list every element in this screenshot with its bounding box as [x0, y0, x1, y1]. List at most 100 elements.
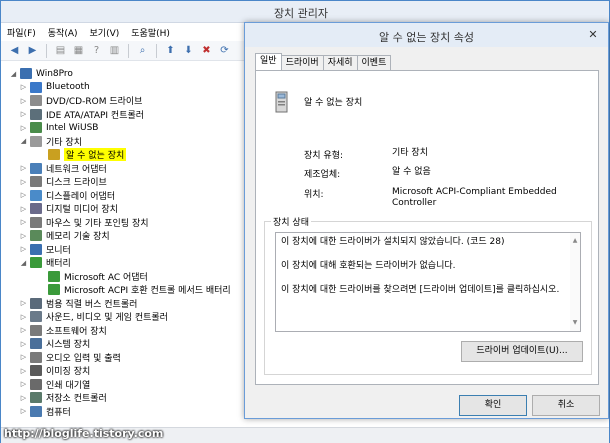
- back-icon[interactable]: ◀: [7, 43, 22, 58]
- expand-arrow-icon[interactable]: ▷: [19, 407, 28, 415]
- scan-hardware-icon[interactable]: ⌕: [135, 43, 150, 58]
- menu-file[interactable]: 파일(F): [7, 26, 36, 39]
- device-category-icon: [30, 351, 42, 363]
- expand-arrow-icon[interactable]: ▷: [19, 124, 28, 132]
- expand-arrow-icon[interactable]: ▷: [19, 83, 28, 91]
- tree-item[interactable]: ▷ 오디오 입력 및 출력: [19, 351, 121, 364]
- tab-events[interactable]: 이벤트: [356, 55, 392, 70]
- properties-icon[interactable]: ▦: [71, 43, 86, 58]
- tree-item[interactable]: ▷ 이미징 장치: [19, 364, 90, 377]
- device-tree: ◢ Win8Pro ▷ Bluetooth ▷ DVD/CD-ROM 드라이브 ▷ IDE…: [3, 63, 243, 428]
- tree-item[interactable]: ▷ Intel WiUSB: [19, 121, 98, 134]
- tree-root-label: Win8Pro: [36, 68, 73, 79]
- menu-action[interactable]: 동작(A): [48, 26, 78, 39]
- collapse-arrow-icon[interactable]: ◢: [19, 259, 28, 267]
- status-scrollbar[interactable]: ▲ ▼: [570, 233, 580, 331]
- expand-arrow-icon[interactable]: ▷: [19, 245, 28, 253]
- tab-driver[interactable]: 드라이버: [280, 55, 324, 70]
- tree-item[interactable]: Microsoft AC 어댑터: [37, 270, 148, 283]
- tree-item-label: 배터리: [46, 259, 71, 269]
- tree-item[interactable]: ▷ 범용 직렬 버스 컨트롤러: [19, 297, 137, 310]
- device-category-icon: [30, 257, 42, 268]
- show-hide-tree-icon[interactable]: ▤: [53, 43, 68, 58]
- disable-device-icon[interactable]: ⬇: [181, 43, 196, 58]
- menu-help[interactable]: 도움말(H): [131, 26, 170, 39]
- expand-arrow-icon[interactable]: ▷: [19, 191, 28, 199]
- tree-item-label: Intel WiUSB: [46, 122, 99, 133]
- tree-item[interactable]: ▷ 모니터: [19, 243, 71, 256]
- expand-arrow-icon[interactable]: ▷: [19, 110, 28, 118]
- collapse-arrow-icon[interactable]: ◢: [9, 70, 18, 78]
- expand-arrow-icon[interactable]: ▷: [19, 164, 28, 172]
- expand-arrow-icon[interactable]: ▷: [19, 380, 28, 388]
- tree-item[interactable]: ◢ 배터리: [19, 256, 71, 269]
- expand-arrow-icon[interactable]: ▷: [19, 326, 28, 334]
- tree-item[interactable]: ▷ DVD/CD-ROM 드라이브: [19, 94, 142, 107]
- window-titlebar: 장치 관리자: [1, 1, 609, 23]
- tree-item[interactable]: ▷ 저장소 컨트롤러: [19, 391, 107, 404]
- action-pane-icon[interactable]: ▥: [107, 43, 122, 58]
- update-driver-button[interactable]: 드라이버 업데이트(U)...: [461, 341, 583, 362]
- tree-item-label: 인쇄 대기열: [46, 380, 91, 391]
- scroll-down-icon[interactable]: ▼: [571, 317, 579, 329]
- device-category-icon: [30, 230, 42, 241]
- device-status-textbox[interactable]: 이 장치에 대한 드라이버가 설치되지 않았습니다. (코드 28) 이 장치에…: [275, 232, 581, 332]
- tree-item[interactable]: ▷ 네트워크 어댑터: [19, 162, 107, 175]
- tree-item-label: 디스크 드라이브: [46, 178, 107, 188]
- device-category-icon: [48, 149, 60, 160]
- device-category-icon: [30, 405, 42, 417]
- tree-item[interactable]: ▷ IDE ATA/ATAPI 컨트롤러: [19, 108, 144, 121]
- tree-item[interactable]: ▷ Bluetooth: [19, 81, 90, 94]
- expand-arrow-icon[interactable]: ▷: [19, 178, 28, 186]
- cancel-button[interactable]: 취소: [532, 395, 600, 416]
- tree-item[interactable]: ▷ 마우스 및 기타 포인팅 장치: [19, 216, 149, 229]
- tree-item[interactable]: ▷ 디스크 드라이브: [19, 175, 107, 188]
- manufacturer-label: 제조업체:: [304, 170, 341, 180]
- window-title: 장치 관리자: [273, 7, 329, 20]
- expand-arrow-icon[interactable]: ▷: [19, 232, 28, 240]
- expand-arrow-icon[interactable]: ▷: [19, 340, 28, 348]
- close-icon[interactable]: ✕: [586, 29, 600, 41]
- expand-arrow-icon[interactable]: ▷: [19, 299, 28, 307]
- toolbar-separator: [156, 43, 157, 58]
- tree-item[interactable]: ▷ 사운드, 비디오 및 게임 컨트롤러: [19, 310, 168, 323]
- tree-root[interactable]: ◢ Win8Pro: [9, 67, 73, 80]
- enable-device-icon[interactable]: ⟳: [217, 43, 232, 58]
- tab-details[interactable]: 자세히: [322, 55, 358, 70]
- tree-item[interactable]: ▷ 디지털 미디어 장치: [19, 202, 118, 215]
- menu-view[interactable]: 보기(V): [90, 26, 120, 39]
- tab-general[interactable]: 일반: [255, 53, 282, 70]
- tree-item-label: 범용 직렬 버스 컨트롤러: [46, 299, 138, 310]
- tree-item[interactable]: ▷ 소프트웨어 장치: [19, 324, 107, 337]
- tree-item[interactable]: ▷ 디스플레이 어댑터: [19, 189, 115, 202]
- tree-item-label: 메모리 기술 장치: [46, 232, 110, 242]
- expand-arrow-icon[interactable]: ▷: [19, 353, 28, 361]
- expand-arrow-icon[interactable]: ▷: [19, 367, 28, 375]
- tree-item[interactable]: ▷ 인쇄 대기열: [19, 378, 90, 391]
- tree-item-label: 네트워크 어댑터: [46, 164, 107, 175]
- expand-arrow-icon[interactable]: ▷: [19, 394, 28, 402]
- expand-arrow-icon[interactable]: ▷: [19, 218, 28, 226]
- help-icon[interactable]: ?: [89, 43, 104, 58]
- device-category-icon: [30, 81, 42, 93]
- tree-item[interactable]: Microsoft ACPI 호환 컨트롤 메서드 배터리: [37, 283, 231, 296]
- forward-icon[interactable]: ▶: [25, 43, 40, 58]
- tree-item[interactable]: ▷ 메모리 기술 장치: [19, 229, 110, 242]
- tree-item[interactable]: ◢ 기타 장치: [19, 135, 82, 148]
- computer-icon: [20, 68, 32, 79]
- toolbar-separator: [46, 43, 47, 58]
- expand-arrow-icon[interactable]: ▷: [19, 97, 28, 105]
- tree-item[interactable]: 알 수 없는 장치: [37, 148, 127, 161]
- expand-arrow-icon[interactable]: ▷: [19, 205, 28, 213]
- tree-item[interactable]: ▷ 시스템 장치: [19, 337, 90, 350]
- update-driver-icon[interactable]: ⬆: [163, 43, 178, 58]
- tree-item-label: 기타 장치: [46, 137, 82, 148]
- collapse-arrow-icon[interactable]: ◢: [19, 137, 28, 145]
- tree-item-label: 소프트웨어 장치: [46, 326, 107, 337]
- scroll-up-icon[interactable]: ▲: [571, 235, 579, 247]
- status-line: 이 장치에 대한 드라이버를 찾으려면 [드라이버 업데이트]를 클릭하십시오.: [281, 285, 560, 295]
- expand-arrow-icon[interactable]: ▷: [19, 313, 28, 321]
- uninstall-device-icon[interactable]: ✖: [199, 43, 214, 58]
- tree-item[interactable]: ▷ 컴퓨터: [19, 405, 71, 418]
- ok-button[interactable]: 확인: [459, 395, 527, 416]
